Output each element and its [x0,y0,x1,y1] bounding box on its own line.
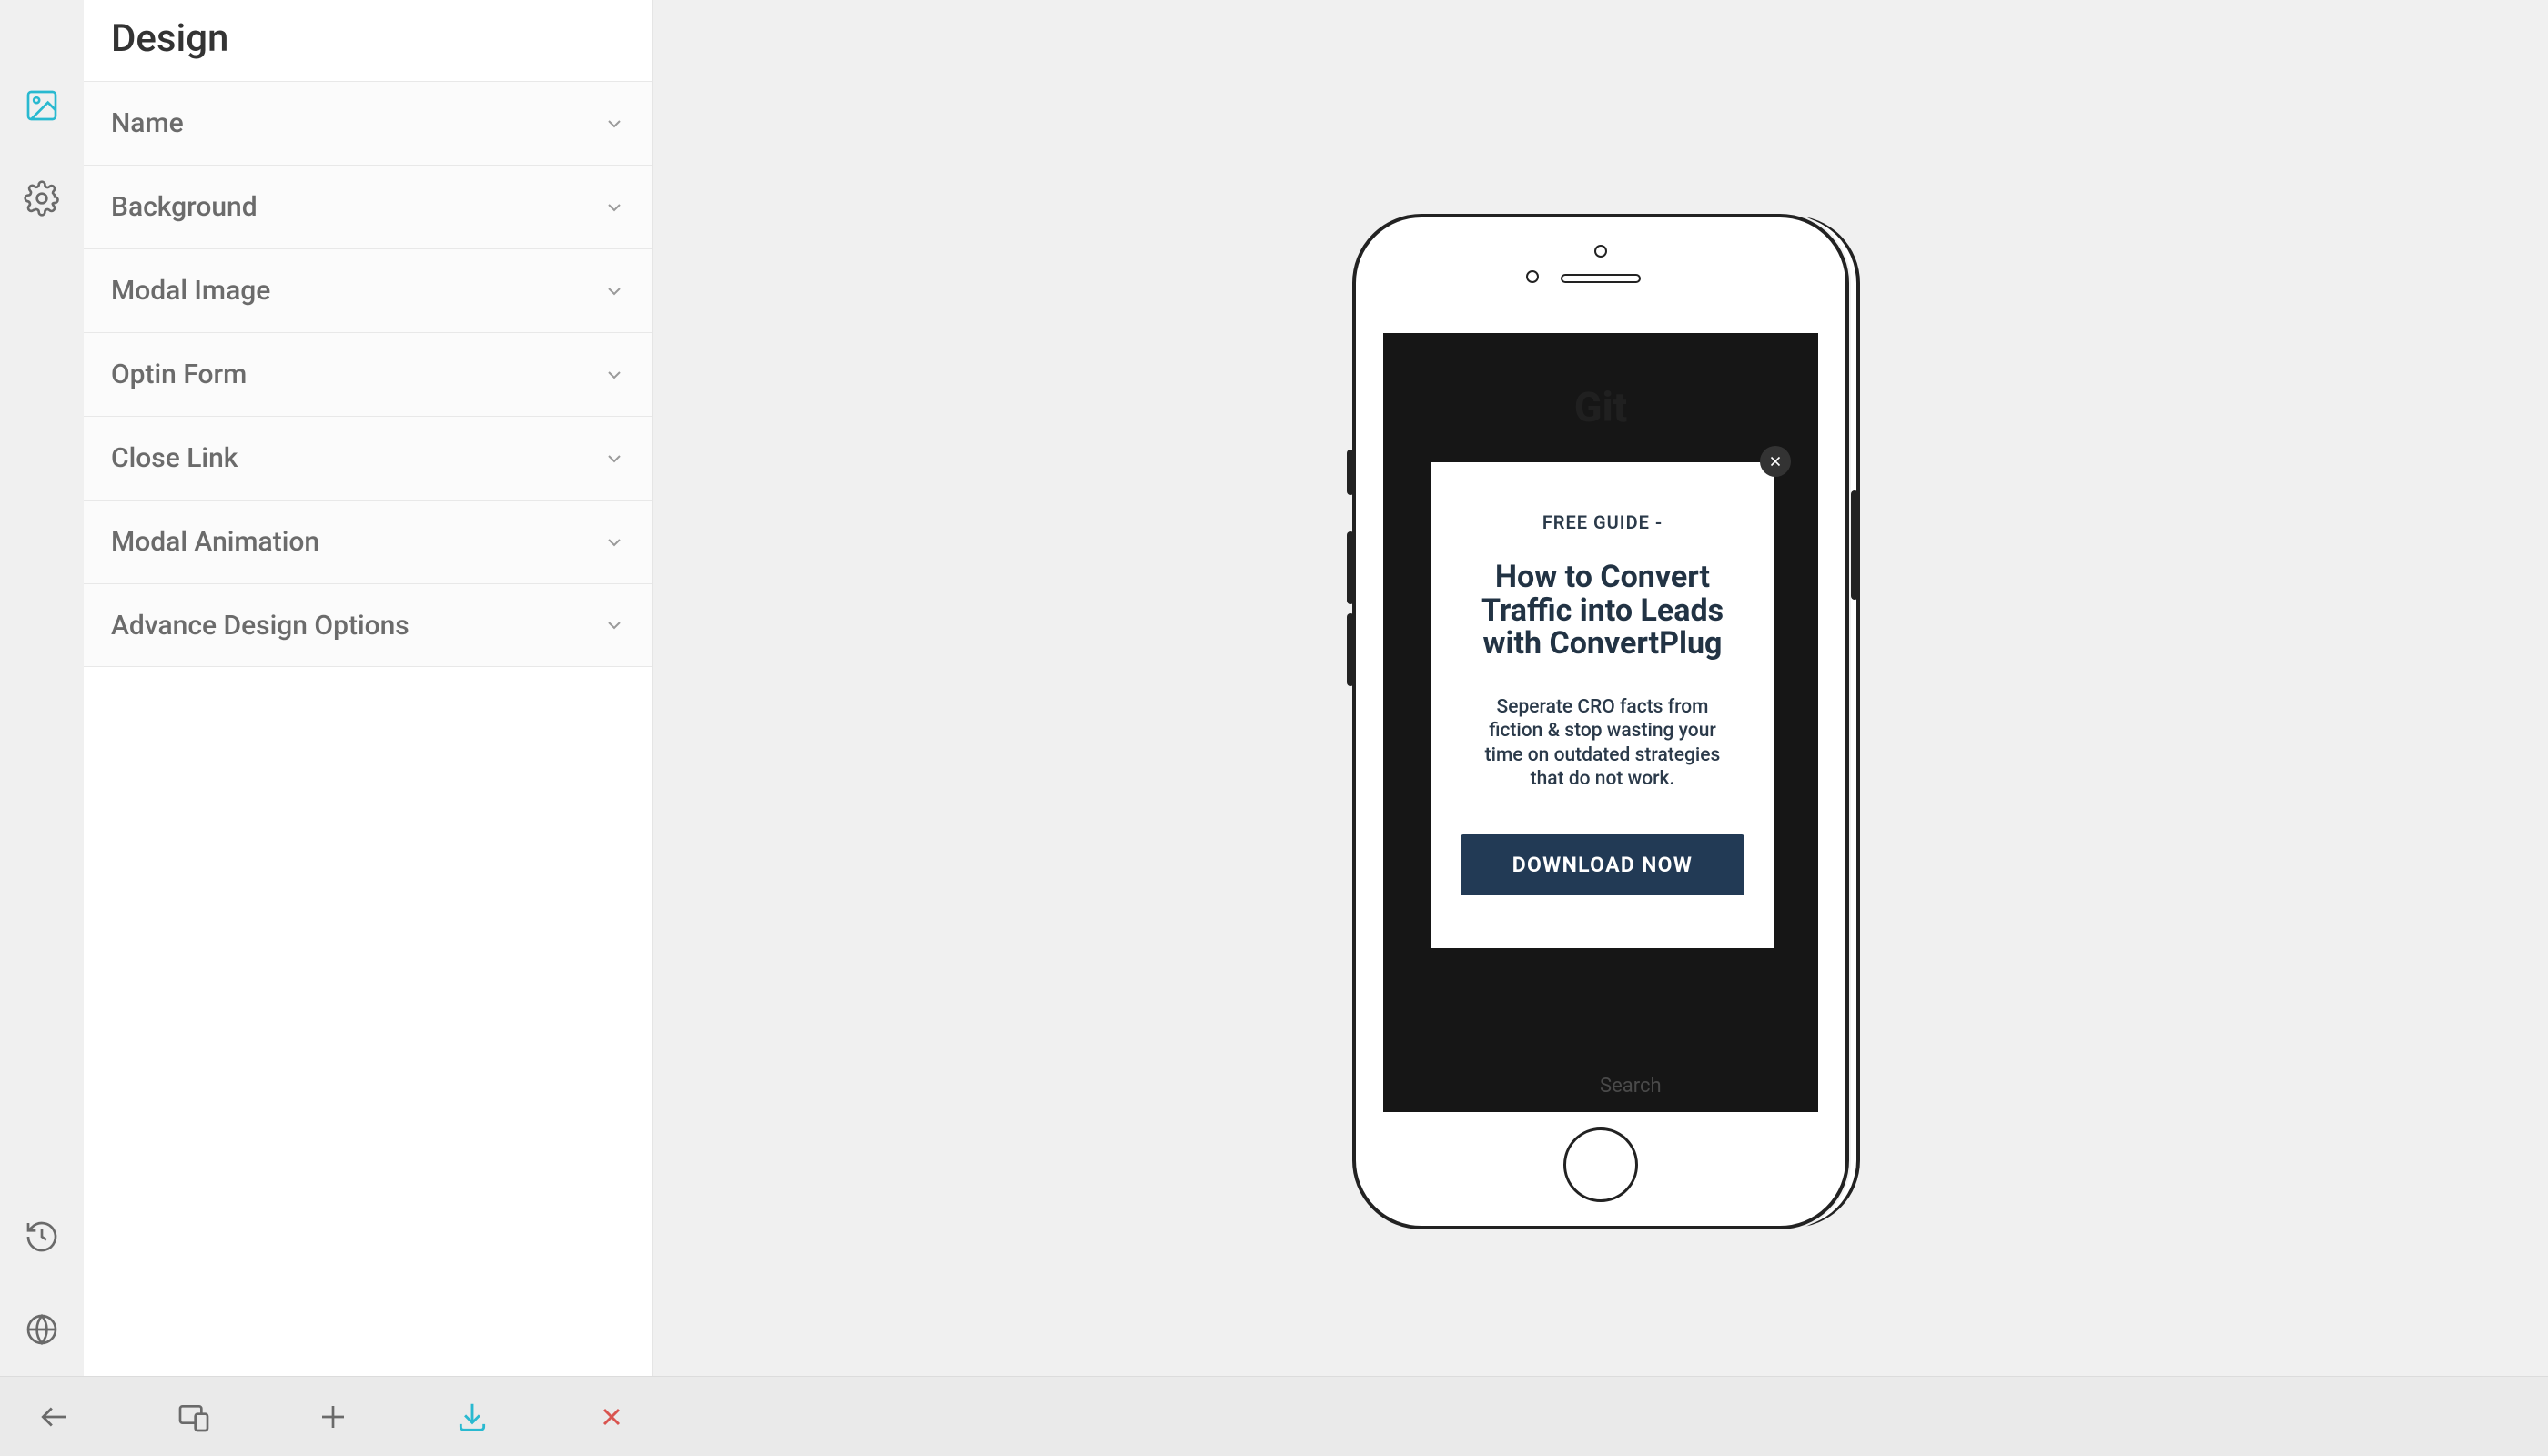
modal-cta-button[interactable]: DOWNLOAD NOW [1461,834,1744,895]
history-icon[interactable] [23,1218,61,1256]
preview-canvas: Git FREE GUIDE - How to Convert Traffic … [653,0,2548,1376]
accordion-advance-design[interactable]: Advance Design Options [84,583,652,667]
accordion-label: Close Link [111,442,238,474]
accordion-label: Advance Design Options [111,610,410,642]
accordion-label: Background [111,191,258,223]
close-icon [1767,453,1784,470]
accordion-label: Name [111,107,184,139]
phone-sensor-icon [1594,245,1607,258]
phone-mockup: Git FREE GUIDE - How to Convert Traffic … [1352,214,1849,1229]
accordion-optin-form[interactable]: Optin Form [84,332,652,416]
modal-eyebrow[interactable]: FREE GUIDE - [1458,511,1747,533]
phone-mute-switch-icon [1347,450,1354,495]
accordion-label: Modal Animation [111,526,319,558]
design-sidebar: Design Name Background Modal Image Optin… [84,0,653,1376]
accordion-label: Modal Image [111,275,270,307]
modal-subtext[interactable]: Seperate CRO facts from fiction & stop w… [1458,695,1747,791]
chevron-down-icon [603,197,625,218]
design-tab-icon[interactable] [23,86,61,125]
device-preview-button[interactable] [172,1395,216,1439]
accordion-background[interactable]: Background [84,165,652,248]
phone-volume-down-icon [1347,613,1354,686]
phone-screen: Git FREE GUIDE - How to Convert Traffic … [1383,333,1818,1112]
accordion-name[interactable]: Name [84,81,652,165]
bottom-toolbar [0,1376,2548,1456]
back-button[interactable] [33,1395,76,1439]
phone-volume-up-icon [1347,531,1354,604]
accordion-close-link[interactable]: Close Link [84,416,652,500]
accordion-modal-animation[interactable]: Modal Animation [84,500,652,583]
chevron-down-icon [603,364,625,386]
chevron-down-icon [603,614,625,636]
chevron-down-icon [603,531,625,553]
chevron-down-icon [603,448,625,470]
page-bg-title: Git [1383,383,1818,431]
phone-home-button-icon [1563,1127,1638,1202]
add-button[interactable] [311,1395,355,1439]
close-editor-button[interactable] [590,1395,633,1439]
accordion-modal-image[interactable]: Modal Image [84,248,652,332]
left-icon-rail [0,0,84,1376]
globe-icon[interactable] [23,1310,61,1349]
chevron-down-icon [603,280,625,302]
accordion-label: Optin Form [111,359,247,390]
modal-heading[interactable]: How to Convert Traffic into Leads with C… [1458,561,1747,661]
save-download-button[interactable] [450,1395,494,1439]
search-placeholder: Search [1600,1075,1662,1097]
modal-close-button[interactable] [1760,446,1791,477]
sidebar-title: Design [84,0,652,81]
modal-preview[interactable]: FREE GUIDE - How to Convert Traffic into… [1431,462,1774,948]
phone-power-button-icon [1851,490,1858,600]
screen-search-bar[interactable]: Search [1436,1067,1774,1105]
phone-camera-icon [1526,270,1539,283]
chevron-down-icon [603,113,625,135]
phone-speaker-icon [1561,274,1641,283]
settings-tab-icon[interactable] [23,179,61,217]
